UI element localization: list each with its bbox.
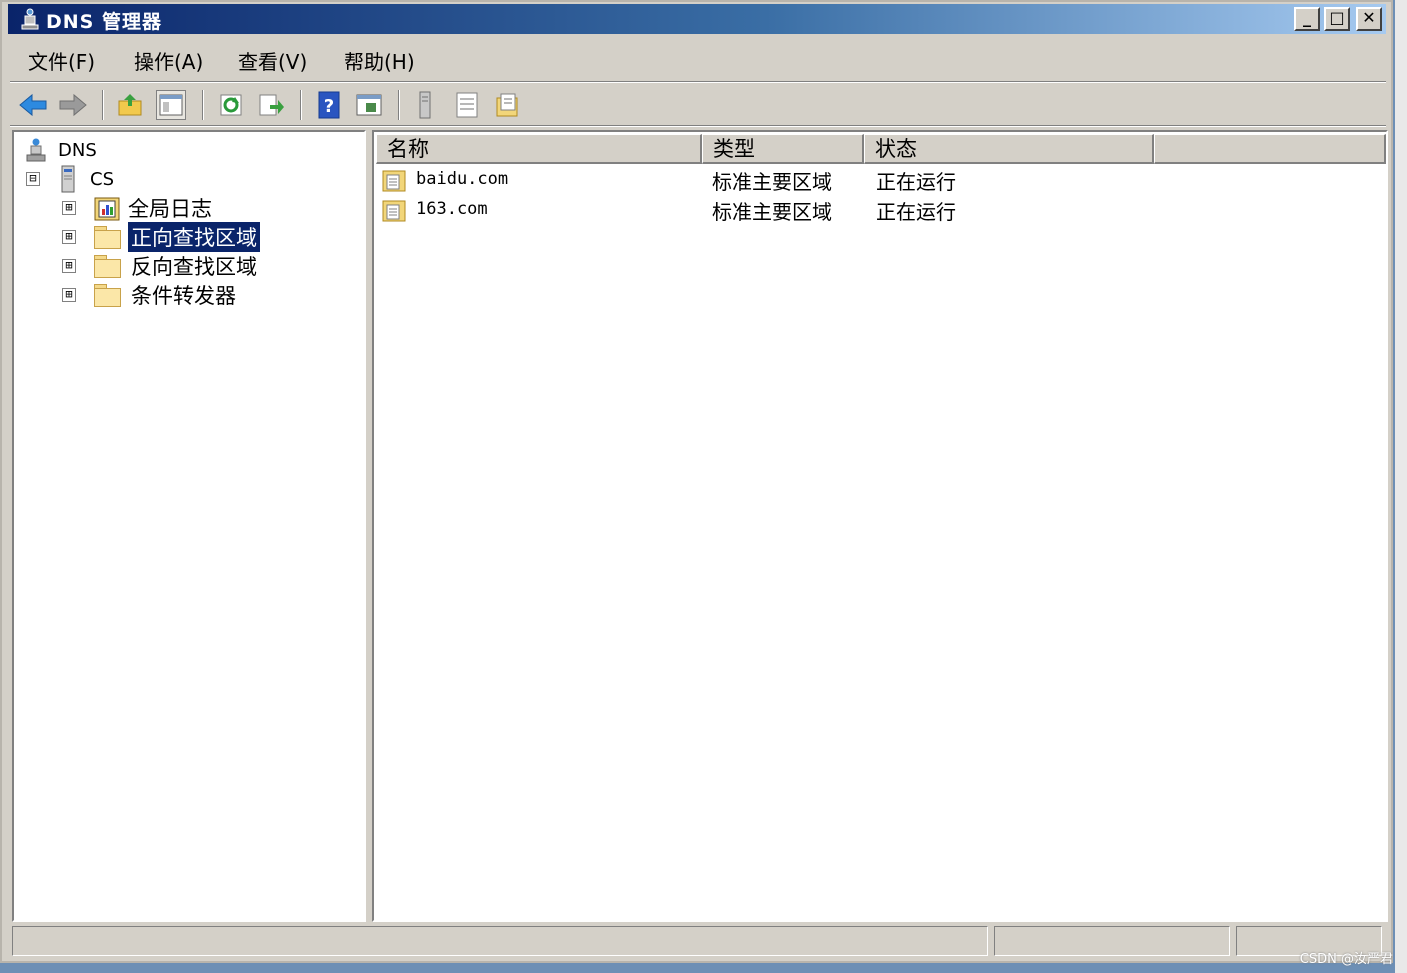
forward-arrow-icon[interactable] (58, 90, 88, 120)
watermark-text: CSDN @汝严君 (1299, 952, 1393, 967)
tree-item-server-cs[interactable]: ⊟ CS (24, 165, 114, 193)
menu-file[interactable]: 文件(F) (28, 46, 95, 75)
title-bar[interactable]: DNS 管理器 _ □ ✕ (8, 4, 1386, 34)
dns-server-icon (26, 138, 46, 162)
show-hide-console-tree-icon[interactable] (156, 90, 186, 120)
tree-item-dns[interactable]: DNS (24, 136, 97, 164)
expand-toggle[interactable]: ⊞ (62, 230, 76, 244)
expand-toggle[interactable]: ⊞ (62, 288, 76, 302)
help-icon[interactable]: ? (314, 90, 344, 120)
menu-help[interactable]: 帮助(H) (344, 46, 415, 75)
console-tree-pane[interactable]: DNS ⊟ CS ⊞ 全局日志 ⊞ 正向查找区域 ⊞ 反向查找区域 ⊞ 条件转发… (12, 130, 366, 922)
zone-type: 标准主要区域 (712, 200, 832, 224)
column-header-type[interactable]: 类型 (702, 134, 864, 164)
minimize-button[interactable]: _ (1294, 7, 1320, 31)
zone-status: 正在运行 (876, 170, 956, 194)
close-button[interactable]: ✕ (1356, 7, 1382, 31)
tree-label-forward-lookup-zones: 正向查找区域 (128, 222, 260, 252)
maximize-button[interactable]: □ (1324, 7, 1350, 31)
export-list-icon[interactable] (256, 90, 286, 120)
collapse-toggle[interactable]: ⊟ (26, 172, 40, 186)
tree-item-conditional-forwarders[interactable]: ⊞ 条件转发器 (60, 281, 236, 309)
up-folder-icon[interactable] (116, 90, 146, 120)
menu-bar: 文件(F) 操作(A) 查看(V) 帮助(H) (10, 40, 1386, 82)
console-view-icon[interactable] (354, 90, 384, 120)
background-window-strip (1395, 0, 1407, 973)
tree-item-forward-lookup-zones[interactable]: ⊞ 正向查找区域 (60, 222, 260, 252)
zone-file-icon (382, 170, 406, 192)
zone-status: 正在运行 (876, 200, 956, 224)
properties-icon[interactable] (492, 90, 522, 120)
details-list-pane[interactable]: 名称 类型 状态 baidu.com 标准主要区域 正在运行 163.com 标… (372, 130, 1388, 922)
column-header-name[interactable]: 名称 (376, 134, 702, 164)
window-title: DNS 管理器 (46, 11, 162, 33)
toolbar-separator (398, 90, 400, 120)
tree-label-reverse-lookup-zones: 反向查找区域 (131, 255, 257, 279)
toolbar-separator (102, 90, 104, 120)
tree-label-dns: DNS (58, 139, 97, 161)
folder-icon (94, 284, 121, 307)
refresh-icon[interactable] (216, 90, 246, 120)
dns-app-icon (21, 8, 39, 30)
list-row[interactable]: baidu.com 标准主要区域 正在运行 (382, 166, 1382, 194)
zone-type: 标准主要区域 (712, 170, 832, 194)
menu-action[interactable]: 操作(A) (134, 46, 203, 75)
list-row[interactable]: 163.com 标准主要区域 正在运行 (382, 196, 1382, 224)
status-cell-secondary (994, 926, 1230, 956)
tree-label-global-log: 全局日志 (128, 197, 212, 221)
tree-label-conditional-forwarders: 条件转发器 (131, 284, 236, 308)
status-bar (10, 924, 1386, 958)
toolbar: ? (10, 84, 1386, 126)
zone-file-icon (382, 200, 406, 222)
tree-item-reverse-lookup-zones[interactable]: ⊞ 反向查找区域 (60, 252, 257, 280)
status-cell-main (12, 926, 988, 956)
folder-icon (94, 255, 121, 278)
server-tower-icon (61, 165, 75, 193)
menu-view[interactable]: 查看(V) (238, 46, 307, 75)
back-arrow-icon[interactable] (18, 90, 48, 120)
svg-text:?: ? (324, 96, 334, 117)
tree-label-cs: CS (90, 168, 114, 190)
zone-name: 163.com (416, 199, 488, 219)
expand-toggle[interactable]: ⊞ (62, 259, 76, 273)
server-icon[interactable] (410, 90, 440, 120)
expand-toggle[interactable]: ⊞ (62, 201, 76, 215)
menu-separator (10, 81, 1386, 83)
folder-icon (94, 226, 121, 249)
tree-item-global-log[interactable]: ⊞ 全局日志 (60, 194, 212, 222)
toolbar-separator (202, 90, 204, 120)
column-header-status[interactable]: 状态 (864, 134, 1154, 164)
event-log-icon (94, 197, 120, 221)
toolbar-separator-line (10, 125, 1386, 127)
dns-manager-window: DNS 管理器 _ □ ✕ 文件(F) 操作(A) 查看(V) 帮助(H) ? … (0, 0, 1393, 963)
column-header-empty (1154, 134, 1386, 164)
toolbar-separator (300, 90, 302, 120)
list-view-icon[interactable] (452, 90, 482, 120)
zone-name: baidu.com (416, 169, 509, 189)
